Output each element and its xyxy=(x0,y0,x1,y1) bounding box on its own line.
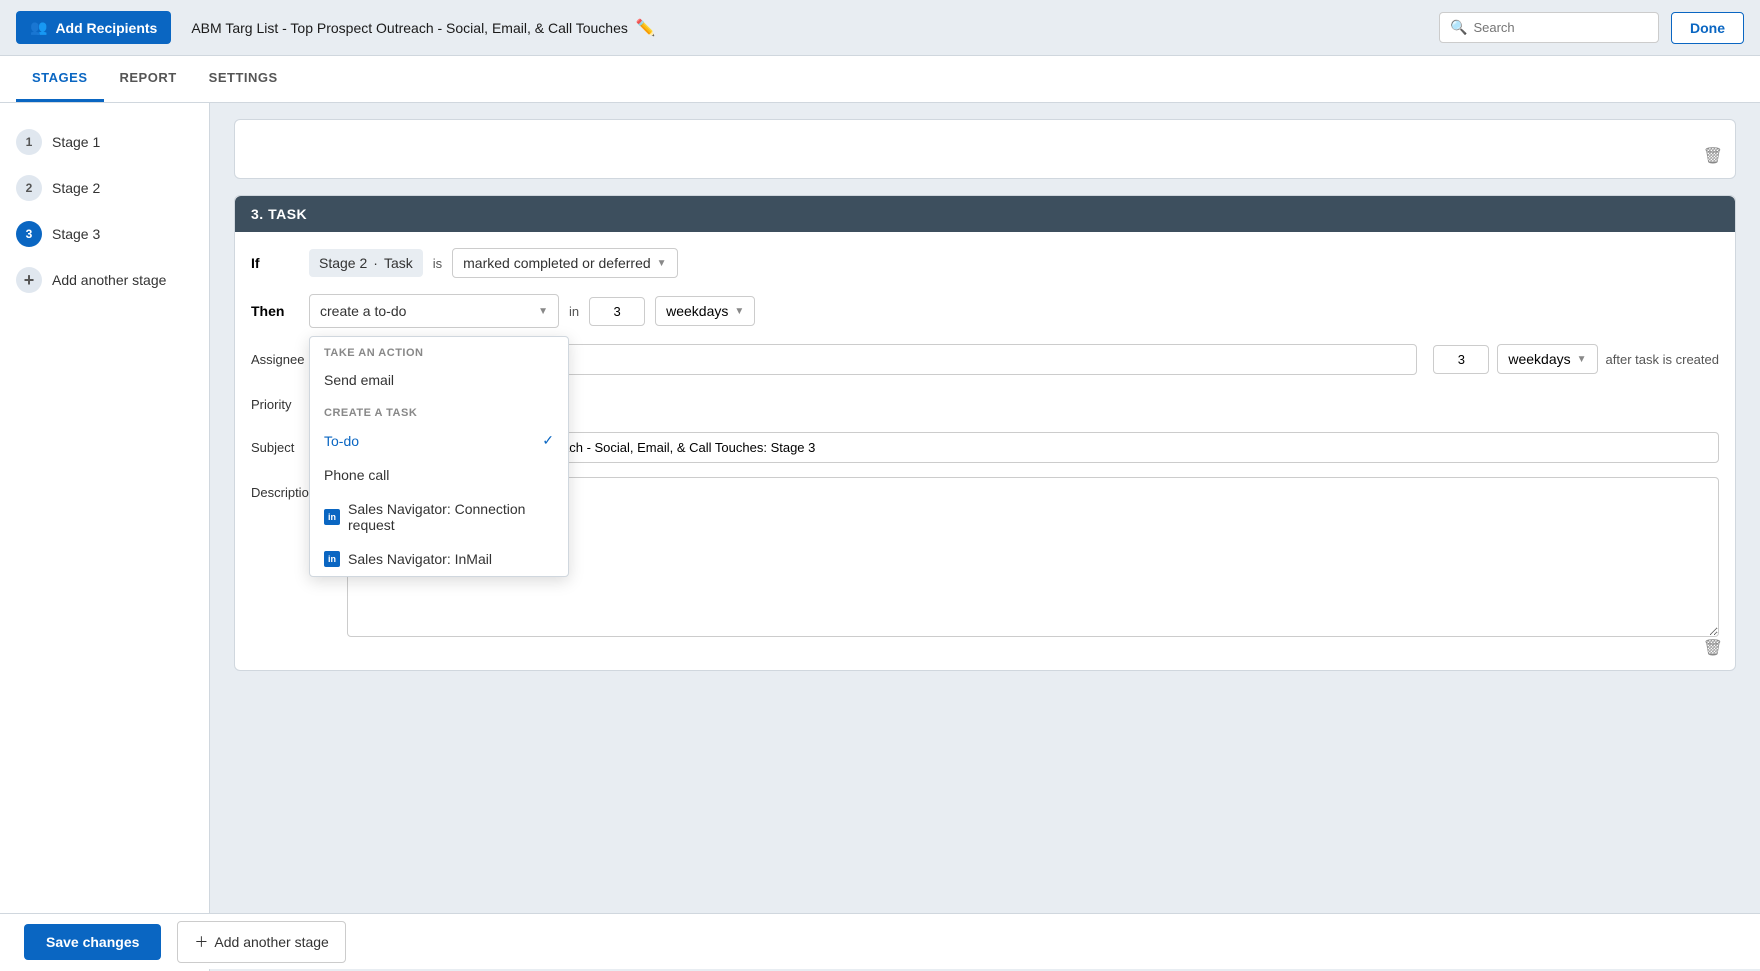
stage3-label: Stage 3 xyxy=(52,226,100,242)
sidebar-item-stage2[interactable]: 2 Stage 2 xyxy=(0,165,209,211)
users-icon: 👥 xyxy=(30,19,47,36)
condition-stage-pill: Stage 2 · Task xyxy=(309,249,423,277)
plus-icon: ＋ xyxy=(194,932,208,952)
condition-is-text: is xyxy=(433,256,442,271)
main-layout: 1 Stage 1 2 Stage 2 3 Stage 3 + Add anot… xyxy=(0,103,1760,971)
linkedin-inmail-icon: in xyxy=(324,551,340,567)
topbar: 👥 Add Recipients ABM Targ List - Top Pro… xyxy=(0,0,1760,56)
condition-value-select[interactable]: marked completed or deferred ▼ xyxy=(452,248,677,278)
take-action-section-label: TAKE AN ACTION xyxy=(310,337,568,363)
send-email-option[interactable]: Send email xyxy=(310,363,568,397)
in-label: in xyxy=(569,304,579,319)
tabs-bar: STAGES REPORT SETTINGS xyxy=(0,56,1760,103)
weekdays-chevron-icon: ▼ xyxy=(734,306,744,317)
delete-task-icon[interactable]: 🗑 xyxy=(1703,638,1723,658)
stage-card-header: 3. TASK xyxy=(235,196,1735,232)
bottom-bar: Save changes ＋ Add another stage xyxy=(0,913,1760,969)
add-another-stage-button[interactable]: ＋ Add another stage xyxy=(177,921,345,963)
save-changes-button[interactable]: Save changes xyxy=(24,924,161,960)
then-select-wrapper: create a to-do ▼ TAKE AN ACTION Send ema… xyxy=(309,294,559,328)
sidebar: 1 Stage 1 2 Stage 2 3 Stage 3 + Add anot… xyxy=(0,103,210,971)
search-icon: 🔍 xyxy=(1450,19,1467,36)
phone-call-option[interactable]: Phone call xyxy=(310,458,568,492)
linkedin-icon: in xyxy=(324,509,340,525)
sidebar-item-add-stage[interactable]: + Add another stage xyxy=(0,257,209,303)
sidebar-item-stage1[interactable]: 1 Stage 1 xyxy=(0,119,209,165)
content-area: 🗑 3. TASK If Stage 2 · Task is mar xyxy=(210,103,1760,971)
then-action-select[interactable]: create a to-do ▼ xyxy=(309,294,559,328)
done-button[interactable]: Done xyxy=(1671,12,1744,44)
then-chevron-icon: ▼ xyxy=(538,306,548,317)
todo-option[interactable]: To-do ✓ xyxy=(310,423,568,458)
due-after-label: after task is created xyxy=(1606,352,1719,367)
weekdays-select[interactable]: weekdays ▼ xyxy=(655,296,755,326)
due-days-input[interactable] xyxy=(1433,345,1489,374)
tab-settings[interactable]: SETTINGS xyxy=(193,56,294,102)
stage2-label: Stage 2 xyxy=(52,180,100,196)
stage-card-body: If Stage 2 · Task is marked completed or… xyxy=(235,232,1735,670)
previous-stage-card: 🗑 xyxy=(234,119,1736,179)
then-label: Then xyxy=(251,303,299,319)
stage1-number: 1 xyxy=(16,129,42,155)
tab-stages[interactable]: STAGES xyxy=(16,56,104,102)
days-input[interactable] xyxy=(589,297,645,326)
page-title: ABM Targ List - Top Prospect Outreach - … xyxy=(191,18,1439,38)
due-weekdays-chevron-icon: ▼ xyxy=(1577,354,1587,365)
stage2-number: 2 xyxy=(16,175,42,201)
search-input[interactable] xyxy=(1473,20,1648,35)
sales-nav-connection-option[interactable]: in Sales Navigator: Connection request xyxy=(310,492,568,542)
stage1-label: Stage 1 xyxy=(52,134,100,150)
sales-nav-inmail-option[interactable]: in Sales Navigator: InMail xyxy=(310,542,568,576)
then-row: Then create a to-do ▼ TAKE AN ACTION Sen… xyxy=(251,294,1719,328)
action-dropdown-menu: TAKE AN ACTION Send email CREATE A TASK … xyxy=(309,336,569,577)
edit-icon[interactable]: ✏️ xyxy=(636,18,656,38)
stage3-number: 3 xyxy=(16,221,42,247)
if-label: If xyxy=(251,255,299,271)
add-stage-number: + xyxy=(16,267,42,293)
delete-previous-icon[interactable]: 🗑 xyxy=(1703,146,1723,166)
create-task-section-label: CREATE A TASK xyxy=(310,397,568,423)
add-recipients-button[interactable]: 👥 Add Recipients xyxy=(16,11,171,44)
stage3-task-card: 3. TASK If Stage 2 · Task is marked comp… xyxy=(234,195,1736,671)
check-icon: ✓ xyxy=(542,432,554,449)
tab-report[interactable]: REPORT xyxy=(104,56,193,102)
due-weekdays-select[interactable]: weekdays ▼ xyxy=(1497,344,1597,374)
sidebar-item-stage3[interactable]: 3 Stage 3 xyxy=(0,211,209,257)
add-stage-label: Add another stage xyxy=(52,272,166,288)
if-row: If Stage 2 · Task is marked completed or… xyxy=(251,248,1719,278)
search-wrapper: 🔍 xyxy=(1439,12,1659,43)
chevron-down-icon: ▼ xyxy=(657,258,667,269)
due-row: weekdays ▼ after task is created xyxy=(1433,344,1719,374)
